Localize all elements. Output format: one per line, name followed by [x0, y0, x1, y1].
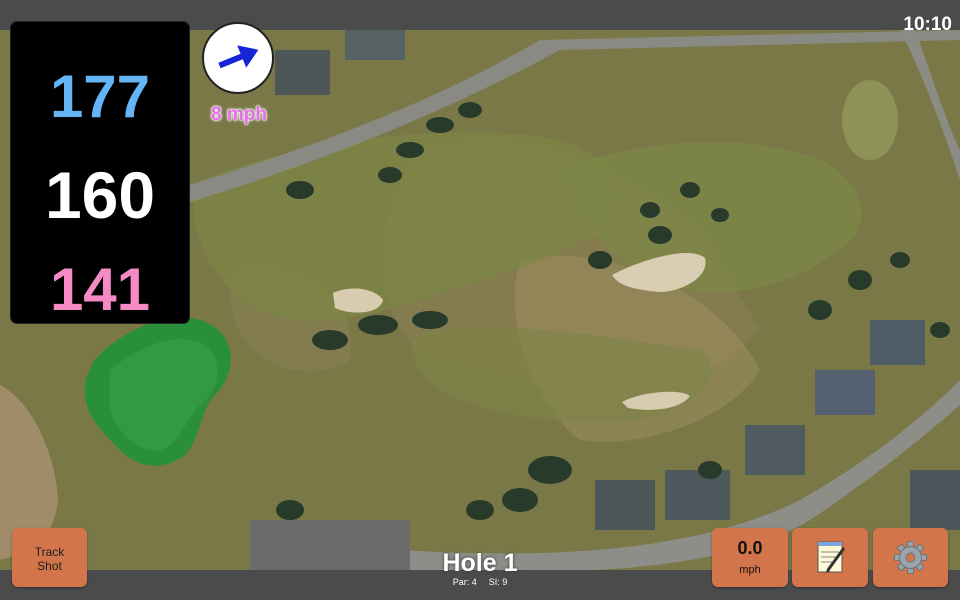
- hole-par: Par: 4: [452, 577, 477, 587]
- wind-arrow-icon: [218, 45, 259, 69]
- hole-title: Hole 1: [442, 549, 518, 577]
- back-distance: 177: [49, 63, 151, 130]
- notepad-icon: [817, 541, 846, 573]
- hole-info: Par: 4 SI: 9: [380, 577, 580, 587]
- hole-stroke-index: SI: 9: [488, 577, 508, 587]
- track-shot-label-line2: Shot: [37, 559, 62, 573]
- gear-icon: [894, 541, 927, 574]
- distance-panel: 177 160 141: [11, 22, 189, 323]
- clock: 10:10: [903, 14, 952, 35]
- speed-button[interactable]: 0.0 mph: [712, 528, 788, 587]
- track-shot-label-line1: Track: [34, 545, 65, 559]
- track-shot-button[interactable]: Track Shot: [12, 528, 87, 587]
- wind-speed-label: 8 mph: [211, 104, 267, 125]
- notes-button[interactable]: [792, 528, 868, 587]
- speed-unit: mph: [739, 564, 761, 576]
- settings-button[interactable]: [873, 528, 948, 587]
- wind-direction-indicator: [202, 22, 274, 94]
- speed-value: 0.0: [737, 538, 763, 558]
- front-distance: 141: [49, 256, 151, 323]
- center-distance: 160: [44, 158, 156, 232]
